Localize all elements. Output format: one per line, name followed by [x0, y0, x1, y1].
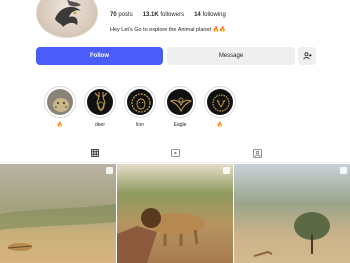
highlight-label: deer [94, 122, 105, 128]
multi-post-icon [223, 167, 230, 174]
highlight-item[interactable]: Eagle [164, 86, 196, 128]
following-stat[interactable]: 14 following [194, 12, 226, 18]
highlight-label: lion [136, 122, 144, 128]
posts-stat[interactable]: 70 posts [110, 12, 133, 18]
highlight-item[interactable]: lion [124, 86, 156, 128]
follow-button[interactable]: Follow [36, 47, 163, 65]
suggest-people-button[interactable] [298, 47, 316, 65]
lion-gold-icon [127, 89, 153, 115]
post-thumbnail[interactable] [0, 164, 116, 263]
multi-post-icon [106, 167, 113, 174]
reels-icon [170, 149, 180, 157]
tagged-icon [252, 148, 262, 158]
profile-bio: Hey Let's Go to explore the Animal plane… [110, 27, 227, 33]
tabs-divider [0, 162, 350, 163]
tab-posts[interactable] [65, 143, 125, 163]
highlight-item[interactable]: 🔥 [204, 86, 236, 128]
profile-avatar[interactable] [36, 0, 98, 38]
post-thumbnail[interactable] [234, 164, 350, 263]
profile-stats: 70 posts 13.1K followers 14 following [110, 12, 226, 18]
multi-post-icon [340, 167, 347, 174]
dragon-logo-icon [55, 0, 81, 27]
posts-grid [0, 164, 350, 263]
highlight-label: Eagle [173, 122, 187, 128]
add-person-icon [302, 52, 312, 60]
profile-tabs [0, 143, 350, 163]
highlight-item[interactable]: 🔥 [44, 86, 76, 128]
leopard-photo-icon [47, 89, 73, 115]
lion-rock-photo-icon [117, 164, 233, 263]
post-thumbnail[interactable] [117, 164, 233, 263]
eagle-gold-icon [167, 89, 193, 115]
grid-icon [91, 148, 99, 157]
highlight-label: 🔥 [216, 122, 224, 128]
deer-gold-icon [87, 89, 113, 115]
message-button[interactable]: Message [167, 47, 295, 65]
acacia-savanna-photo-icon [234, 164, 350, 263]
tab-reels[interactable] [145, 143, 205, 163]
highlight-label: 🔥 [56, 122, 64, 128]
beast-gold-icon [207, 89, 233, 115]
profile-page: 70 posts 13.1K followers 14 following He… [0, 0, 350, 263]
story-highlights: 🔥 deer lion Eagle 🔥 [44, 86, 294, 136]
highlight-item[interactable]: deer [84, 86, 116, 128]
followers-stat[interactable]: 13.1K followers [143, 12, 184, 18]
tab-tagged[interactable] [227, 143, 287, 163]
cheetah-savanna-photo-icon [0, 164, 116, 263]
